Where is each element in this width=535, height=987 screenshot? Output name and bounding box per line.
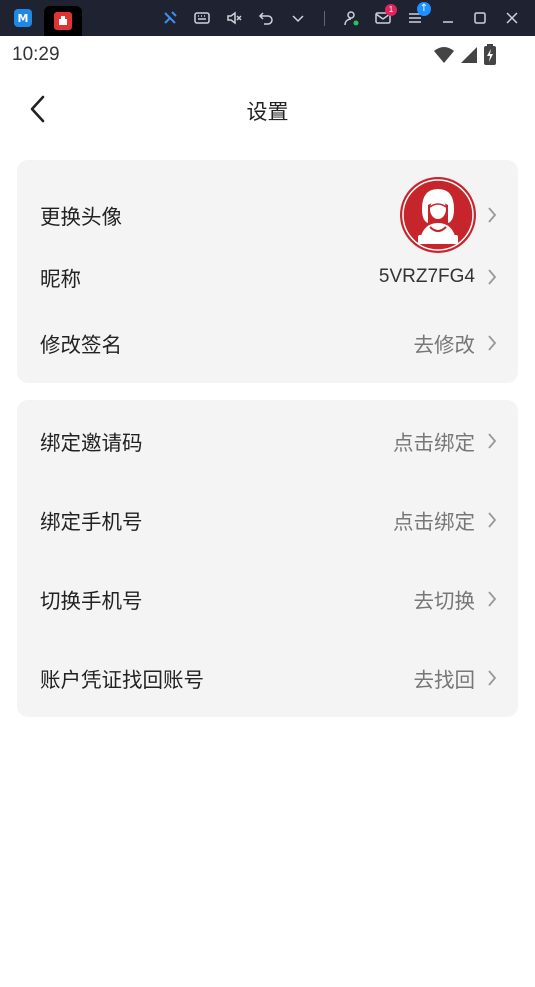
row-label: 修改签名 [40, 333, 122, 357]
user-icon[interactable] [341, 8, 361, 28]
avatar[interactable] [400, 177, 476, 253]
chevron-right-icon [486, 432, 498, 450]
nickname-value: 5VRZ7FG4 [378, 266, 475, 287]
emulator-logo-icon[interactable]: M [14, 9, 32, 27]
status-bar: 10:29 [0, 36, 535, 72]
app-tab-icon [54, 12, 72, 30]
maximize-icon[interactable] [470, 8, 490, 28]
signal-icon [459, 46, 479, 68]
bind-phone-row[interactable]: 绑定手机号 点击绑定 [17, 500, 518, 540]
chevron-right-icon [486, 268, 498, 286]
row-value: 点击绑定 [393, 510, 475, 534]
notification-badge: 1 [385, 4, 397, 16]
row-label: 更换头像 [40, 205, 122, 229]
row-label: 绑定手机号 [40, 510, 143, 534]
upload-badge: ↑ [417, 2, 431, 16]
row-label: 账户凭证找回账号 [40, 668, 204, 692]
row-label: 绑定邀请码 [40, 431, 143, 455]
mute-icon[interactable] [224, 8, 244, 28]
keyboard-icon[interactable] [192, 8, 212, 28]
chevron-right-icon [486, 669, 498, 687]
minimize-icon[interactable] [438, 8, 458, 28]
emulator-app-tab[interactable] [44, 6, 82, 36]
profile-settings-card: 更换头像 昵称 5VRZ7FG4 修改签名 去修改 [17, 160, 518, 383]
row-label: 切换手机号 [40, 589, 143, 613]
chevron-right-icon [486, 590, 498, 608]
battery-icon [483, 44, 497, 70]
status-time: 10:29 [12, 44, 60, 65]
chevron-right-icon [486, 206, 498, 224]
chevron-right-icon [486, 334, 498, 352]
page-title: 设置 [246, 100, 289, 124]
undo-icon[interactable] [256, 8, 276, 28]
emulator-toolbar: M 1 ↑ [0, 0, 535, 36]
toolbar-divider [324, 11, 325, 26]
nickname-row[interactable]: 昵称 5VRZ7FG4 [17, 257, 518, 297]
chevron-right-icon [486, 511, 498, 529]
mail-icon[interactable]: 1 [373, 4, 397, 28]
account-settings-card: 绑定邀请码 点击绑定 绑定手机号 点击绑定 切换手机号 去切换 账户凭证找回账号… [17, 400, 518, 717]
menu-icon[interactable]: ↑ [405, 2, 431, 28]
switch-phone-row[interactable]: 切换手机号 去切换 [17, 579, 518, 619]
row-value: 去找回 [413, 668, 476, 692]
close-icon[interactable] [502, 8, 522, 28]
row-label: 昵称 [40, 267, 81, 291]
row-value: 去修改 [413, 333, 476, 357]
wifi-icon [433, 46, 455, 68]
edit-signature-row[interactable]: 修改签名 去修改 [17, 323, 518, 363]
bind-invite-code-row[interactable]: 绑定邀请码 点击绑定 [17, 421, 518, 461]
chevron-down-icon[interactable] [288, 8, 308, 28]
pin-icon[interactable] [160, 8, 180, 28]
row-value: 点击绑定 [393, 431, 475, 455]
row-value: 去切换 [413, 589, 476, 613]
recover-account-row[interactable]: 账户凭证找回账号 去找回 [17, 658, 518, 698]
page-header: 设置 [0, 72, 535, 146]
